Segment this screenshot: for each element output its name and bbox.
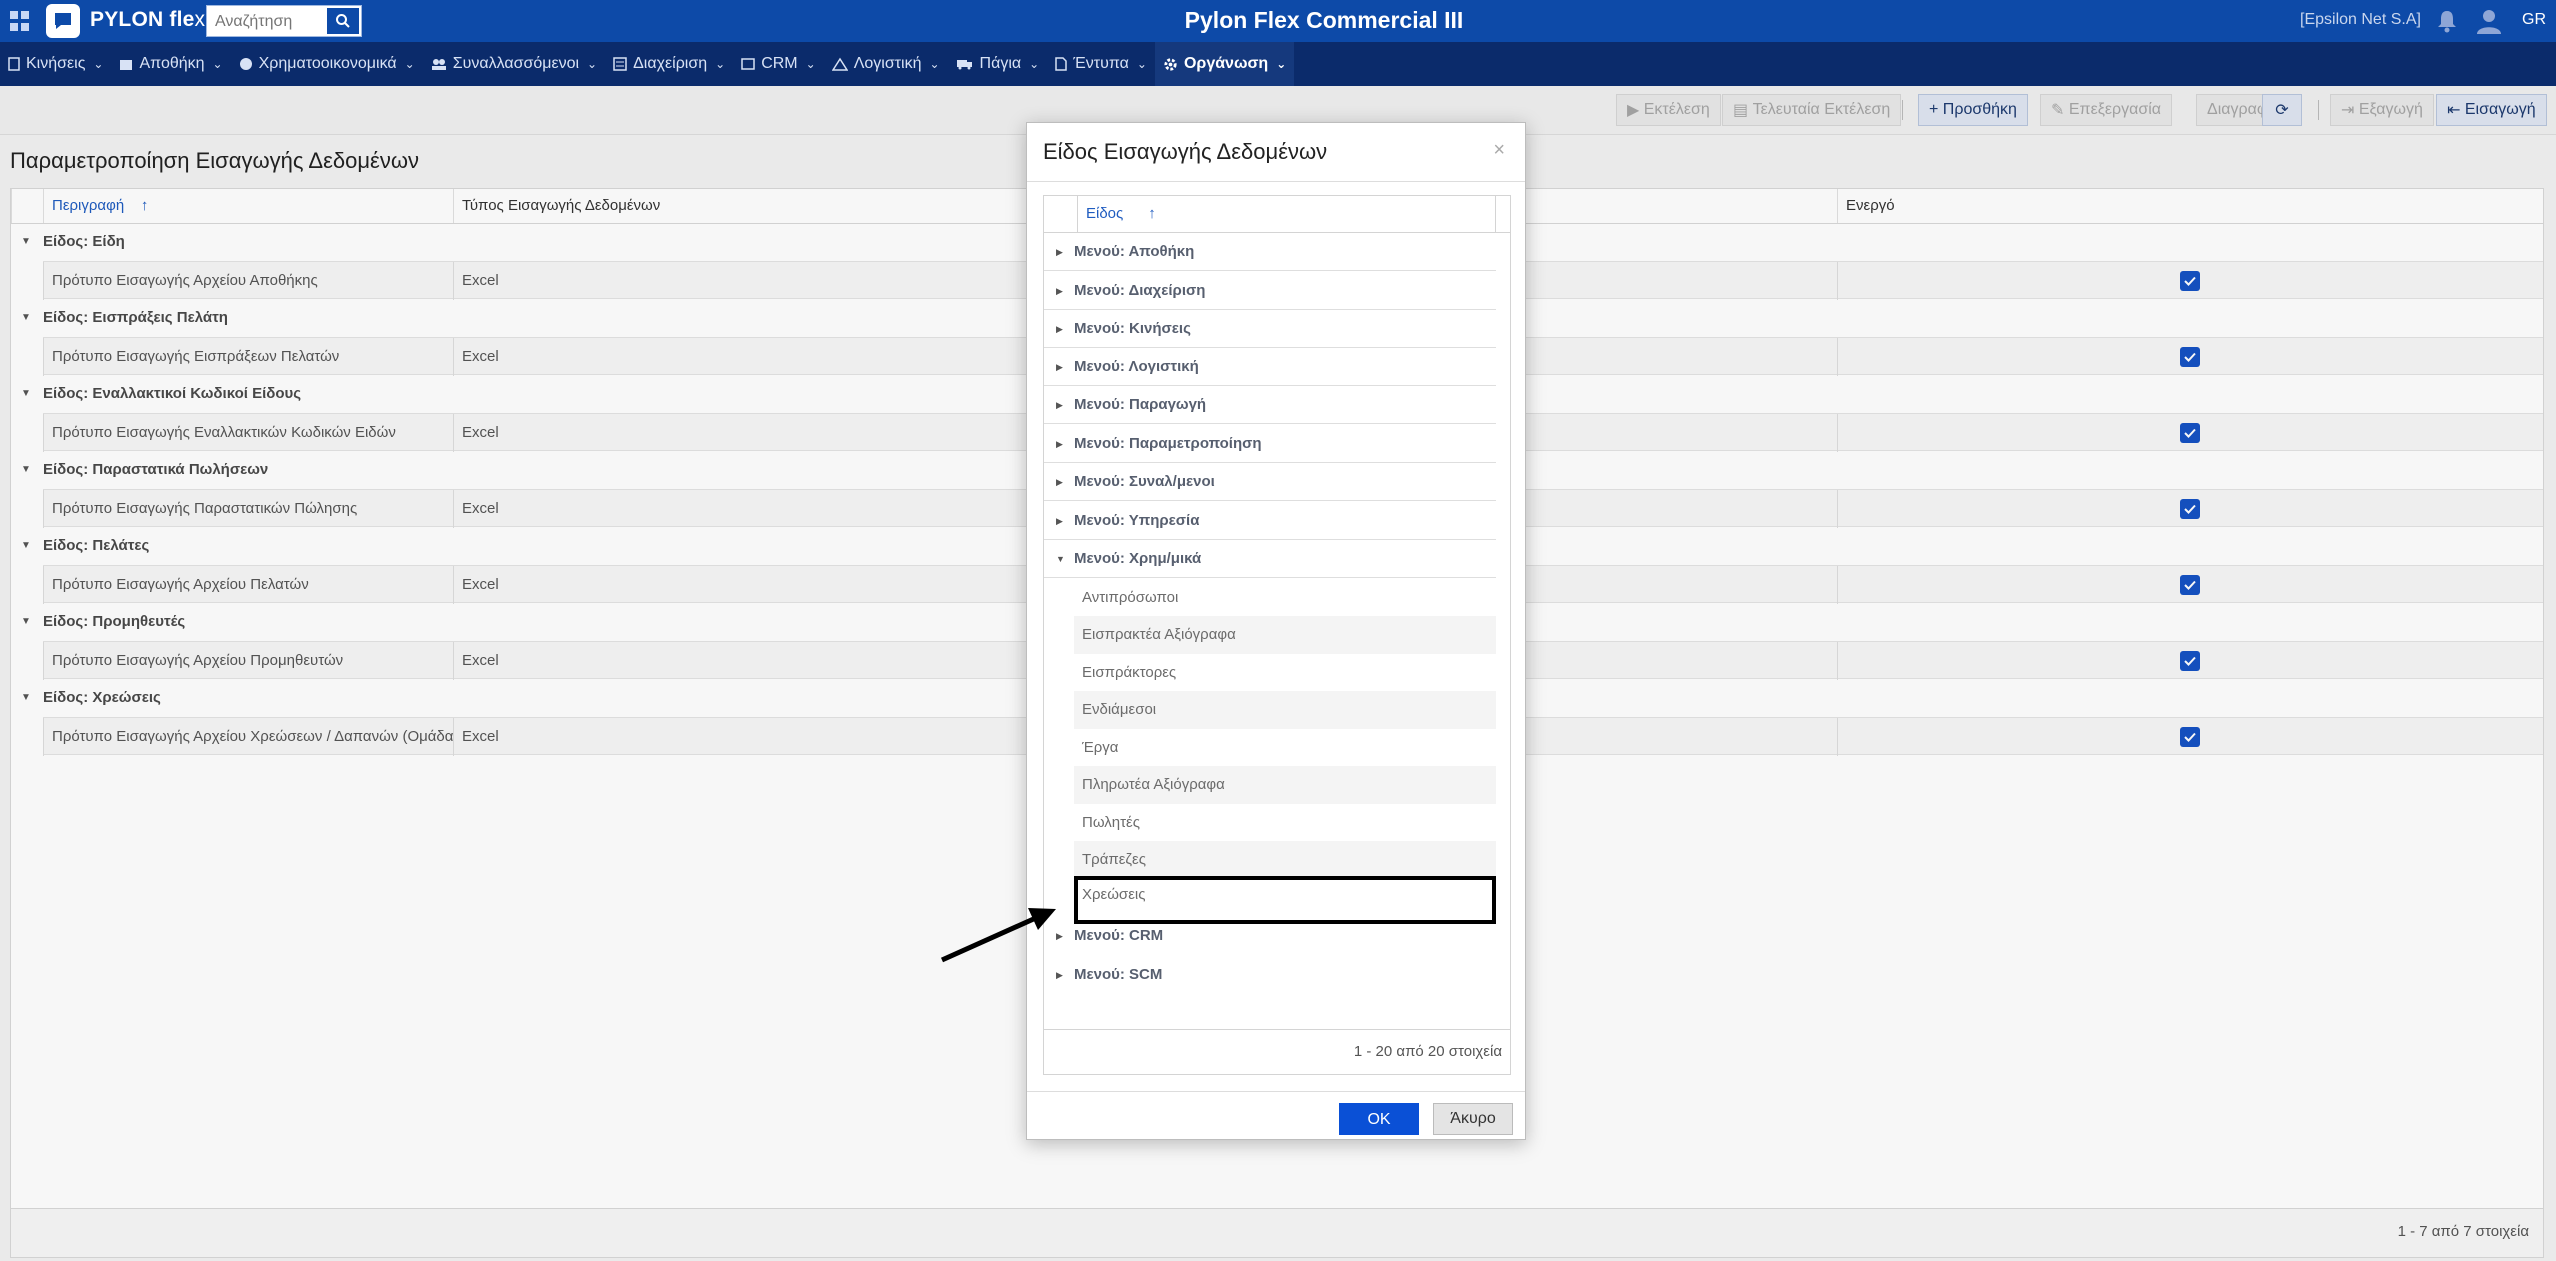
expand-icon: ▶ bbox=[1056, 247, 1063, 257]
header-spacer bbox=[1044, 196, 1078, 232]
tree-leaf[interactable]: Έργα bbox=[1074, 729, 1496, 767]
menu-item-movements[interactable]: Κινήσεις ⌄ bbox=[0, 42, 111, 86]
chevron-down-icon: ⌄ bbox=[805, 57, 816, 71]
gear-icon bbox=[1163, 57, 1178, 72]
tree-node[interactable]: ▶ Μενού: Παραγωγή bbox=[1044, 386, 1496, 424]
language-selector[interactable]: GR bbox=[2522, 11, 2546, 29]
expand-icon: ▶ bbox=[1056, 362, 1063, 372]
partners-icon bbox=[431, 57, 447, 71]
expand-icon: ▶ bbox=[1056, 439, 1063, 449]
tree-header: Είδος ↑ bbox=[1044, 196, 1510, 233]
main-menu: Κινήσεις ⌄ Αποθήκη ⌄ Χρηματοοικονομικά ⌄ Συ… bbox=[0, 42, 2556, 86]
truck-icon bbox=[956, 58, 974, 70]
chevron-down-icon: ⌄ bbox=[715, 57, 726, 71]
menu-item-warehouse[interactable]: Αποθήκη ⌄ bbox=[111, 42, 230, 86]
finance-icon bbox=[239, 57, 253, 71]
tree-leaf[interactable]: Πωλητές bbox=[1074, 804, 1496, 842]
tree-leaf[interactable]: Αντιπρόσωποι bbox=[1074, 579, 1496, 617]
type-tree: Είδος ↑ ▶ Μενού: Αποθήκη ▶ Μενού: Διαχείρι… bbox=[1043, 195, 1511, 1075]
chevron-down-icon: ⌄ bbox=[587, 57, 598, 71]
management-icon bbox=[613, 57, 627, 71]
bell-icon[interactable] bbox=[2434, 8, 2460, 34]
chevron-down-icon: ⌄ bbox=[212, 57, 223, 71]
tree-leaf[interactable]: Τράπεζες bbox=[1074, 841, 1496, 879]
dialog-title: Είδος Εισαγωγής Δεδομένων bbox=[1043, 139, 1328, 164]
divider bbox=[1027, 181, 1525, 182]
close-icon[interactable]: × bbox=[1493, 139, 1505, 162]
expand-icon: ▶ bbox=[1056, 516, 1063, 526]
menu-item-partners[interactable]: Συναλλασσόμενοι ⌄ bbox=[423, 42, 605, 86]
menu-item-management[interactable]: Διαχείριση ⌄ bbox=[605, 42, 733, 86]
chevron-down-icon: ⌄ bbox=[929, 57, 940, 71]
top-bar: PYLON flex Pylon Flex Commercial III [Ep… bbox=[0, 0, 2556, 42]
tree-node[interactable]: ▶ Μενού: Υπηρεσία bbox=[1044, 502, 1496, 540]
menu-item-forms[interactable]: Έντυπα ⌄ bbox=[1047, 42, 1155, 86]
tree-node[interactable]: ▶ Μενού: Συναλ/μενοι bbox=[1044, 463, 1496, 501]
chevron-down-icon: ⌄ bbox=[404, 57, 415, 71]
tree-leaf[interactable]: Πληρωτέα Αξιόγραφα bbox=[1074, 766, 1496, 804]
expand-icon: ▶ bbox=[1056, 286, 1063, 296]
expand-icon: ▶ bbox=[1056, 324, 1063, 334]
ok-button[interactable]: OK bbox=[1339, 1103, 1419, 1135]
import-type-dialog: Είδος Εισαγωγής Δεδομένων × Είδος ↑ ▶ Μεν… bbox=[1026, 122, 1526, 1140]
expand-icon: ▶ bbox=[1056, 400, 1063, 410]
cancel-button[interactable]: Άκυρο bbox=[1433, 1103, 1513, 1135]
menu-item-assets[interactable]: Πάγια ⌄ bbox=[948, 42, 1048, 86]
tree-node[interactable]: ▶ Μενού: Αποθήκη bbox=[1044, 233, 1496, 271]
app-title: Pylon Flex Commercial III bbox=[1184, 7, 1464, 33]
crm-icon bbox=[741, 58, 755, 70]
sort-up-icon: ↑ bbox=[1148, 205, 1156, 222]
tree-node[interactable]: ▶ Μενού: CRM bbox=[1044, 917, 1496, 955]
menu-item-crm[interactable]: CRM ⌄ bbox=[733, 42, 824, 86]
tree-node-expanded[interactable]: ▼ Μενού: Χρημ/μικά bbox=[1044, 540, 1496, 578]
user-icon[interactable] bbox=[2474, 6, 2504, 36]
menu-item-accounting[interactable]: Λογιστική ⌄ bbox=[824, 42, 948, 86]
chevron-down-icon: ⌄ bbox=[93, 57, 104, 71]
tree-leaf[interactable]: Εισπρακτέα Αξιόγραφα bbox=[1074, 616, 1496, 654]
annotation-arrow-icon bbox=[940, 908, 1056, 963]
tree-leaf[interactable]: Εισπράκτορες bbox=[1074, 654, 1496, 692]
chevron-down-icon: ⌄ bbox=[1029, 57, 1040, 71]
accounting-icon bbox=[831, 57, 848, 71]
tree-leaf[interactable]: Ενδιάμεσοι bbox=[1074, 691, 1496, 729]
tree-node[interactable]: ▶ Μενού: SCM bbox=[1044, 956, 1496, 994]
divider bbox=[1027, 1091, 1525, 1092]
movements-icon bbox=[8, 57, 20, 71]
tree-node[interactable]: ▶ Μενού: Κινήσεις bbox=[1044, 310, 1496, 348]
column-type[interactable]: Είδος ↑ bbox=[1086, 196, 1156, 232]
company-name: [Epsilon Net S.A] bbox=[2300, 11, 2421, 28]
tree-node[interactable]: ▶ Μενού: Λογιστική bbox=[1044, 348, 1496, 386]
tree-node[interactable]: ▶ Μενού: Παραμετροποίηση bbox=[1044, 425, 1496, 463]
tree-node[interactable]: ▶ Μενού: Διαχείριση bbox=[1044, 272, 1496, 310]
menu-item-finance[interactable]: Χρηματοοικονομικά ⌄ bbox=[231, 42, 423, 86]
chevron-down-icon: ⌄ bbox=[1136, 57, 1147, 71]
document-icon bbox=[1055, 57, 1067, 71]
warehouse-icon bbox=[119, 57, 133, 71]
collapse-icon: ▼ bbox=[1056, 554, 1065, 564]
expand-icon: ▶ bbox=[1056, 477, 1063, 487]
menu-item-organization[interactable]: Οργάνωση ⌄ bbox=[1154, 42, 1295, 86]
tree-pager: 1 - 20 από 20 στοιχεία bbox=[1044, 1029, 1510, 1074]
chevron-down-icon: ⌄ bbox=[1276, 57, 1287, 71]
header-scroll-spacer bbox=[1495, 196, 1510, 232]
